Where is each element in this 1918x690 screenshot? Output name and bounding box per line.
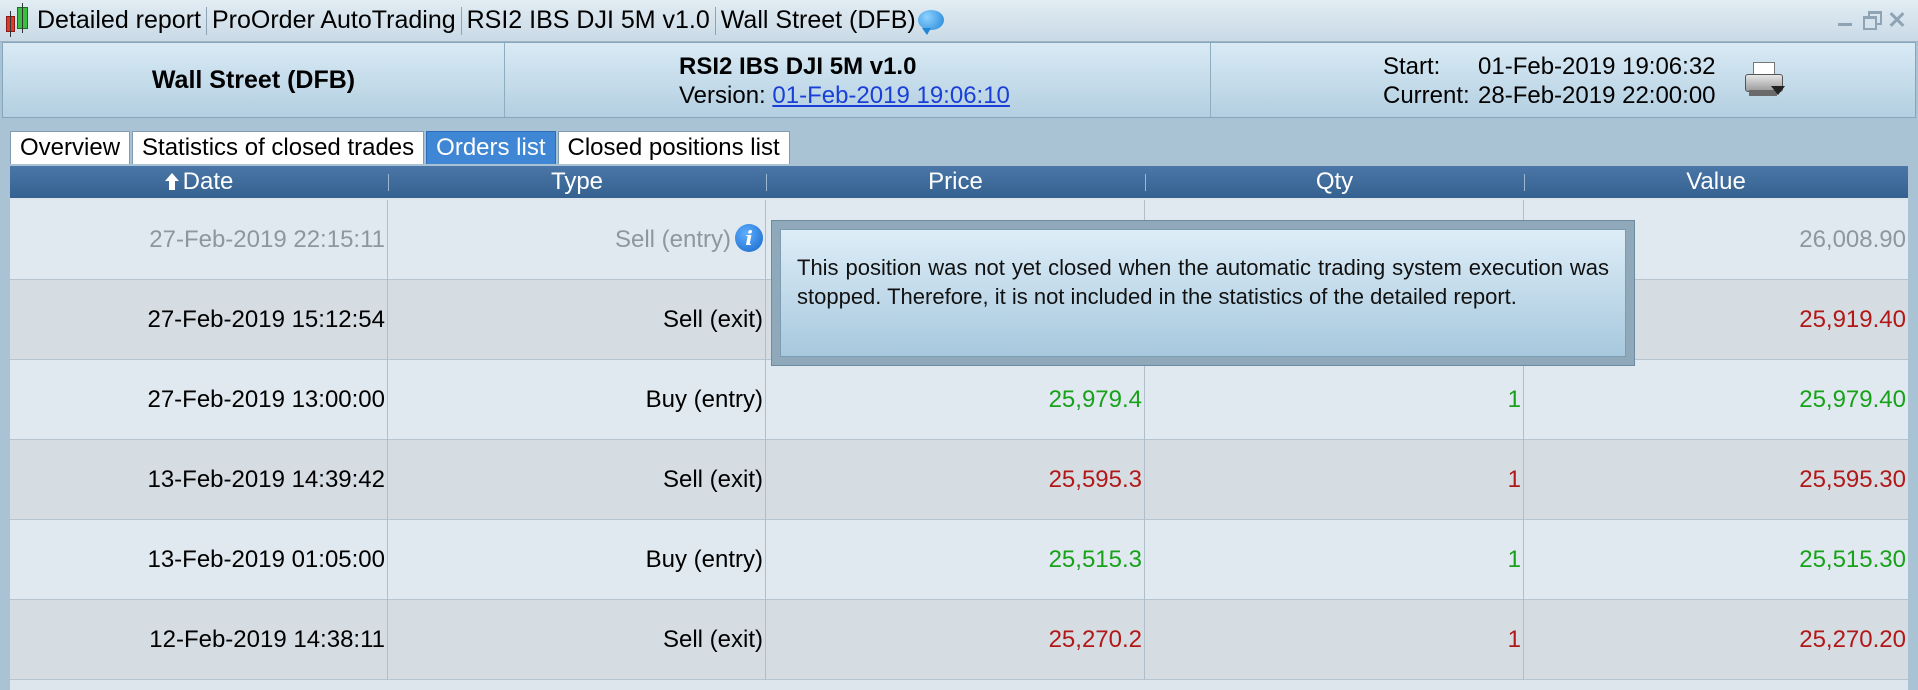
cell-type: Sell (exit)	[388, 280, 766, 360]
time-info: Start: 01-Feb-2019 19:06:32 Current: 28-…	[1211, 43, 1915, 117]
start-value: 01-Feb-2019 19:06:32	[1478, 53, 1716, 80]
table-row[interactable]: 12-Feb-2019 14:38:11 Sell (exit) 25,270.…	[10, 600, 1908, 680]
title-system: RSI2 IBS DJI 5M v1.0	[466, 6, 710, 34]
print-icon[interactable]	[1745, 62, 1785, 98]
current-label: Current:	[1383, 82, 1470, 109]
cell-type: Sell (exit)	[388, 600, 766, 680]
title-market: Wall Street (DFB)	[720, 6, 916, 34]
window-controls	[1836, 10, 1906, 30]
cell-qty: 1	[1145, 520, 1524, 600]
tab-statistics[interactable]: Statistics of closed trades	[132, 131, 425, 164]
tab-closed-positions[interactable]: Closed positions list	[557, 131, 790, 164]
cell-qty: 1	[1145, 600, 1524, 680]
current-value: 28-Feb-2019 22:00:00	[1478, 82, 1716, 109]
cell-price: 25,270.2	[766, 600, 1145, 680]
report-header: Wall Street (DFB) RSI2 IBS DJI 5M v1.0 V…	[2, 42, 1916, 118]
cell-price: 25,515.3	[766, 520, 1145, 600]
minimize-icon[interactable]	[1836, 10, 1854, 28]
market-name: Wall Street (DFB)	[3, 43, 505, 117]
cell-date: 12-Feb-2019 14:38:11	[10, 600, 388, 680]
report-tabs: Overview Statistics of closed trades Ord…	[10, 131, 790, 164]
tab-orders-list[interactable]: Orders list	[426, 131, 556, 164]
tab-overview[interactable]: Overview	[10, 131, 131, 164]
info-icon[interactable]: i	[735, 223, 763, 252]
tooltip-text: This position was not yet closed when th…	[780, 229, 1626, 357]
cell-value: 25,595.30	[1799, 466, 1906, 493]
title-report: Detailed report	[37, 6, 201, 34]
system-name: RSI2 IBS DJI 5M v1.0	[679, 53, 917, 80]
table-row[interactable]: 13-Feb-2019 14:39:42 Sell (exit) 25,595.…	[10, 440, 1908, 520]
version-row: Version: 01-Feb-2019 19:06:10	[679, 81, 1210, 110]
cell-value: 25,270.20	[1799, 626, 1906, 653]
cell-price: 25,595.3	[766, 440, 1145, 520]
cell-price: 25,979.4	[766, 360, 1145, 440]
cell-qty: 1	[1145, 440, 1524, 520]
table-row[interactable]: 27-Feb-2019 13:00:00 Buy (entry) 25,979.…	[10, 360, 1908, 440]
table-row[interactable]: 13-Feb-2019 01:05:00 Buy (entry) 25,515.…	[10, 520, 1908, 600]
cell-value: 25,515.30	[1799, 546, 1906, 573]
column-header-qty[interactable]: Qty	[1145, 166, 1524, 198]
current-row: Current: 28-Feb-2019 22:00:00	[1383, 81, 1915, 110]
cell-date: 13-Feb-2019 01:05:00	[10, 520, 388, 600]
cell-value: 25,979.40	[1799, 386, 1906, 413]
version-link[interactable]: 01-Feb-2019 19:06:10	[772, 82, 1010, 109]
column-header-date[interactable]: Date	[10, 166, 388, 198]
cell-type: Sell (entry) i	[388, 200, 766, 280]
column-header-value[interactable]: Value	[1524, 166, 1908, 198]
column-header-price[interactable]: Price	[766, 166, 1145, 198]
info-tooltip: This position was not yet closed when th…	[771, 220, 1635, 366]
sort-up-icon	[164, 173, 179, 191]
title-bar: Detailed report ProOrder AutoTrading RSI…	[0, 0, 1918, 42]
title-module: ProOrder AutoTrading	[211, 6, 456, 34]
cell-date: 27-Feb-2019 13:00:00	[10, 360, 388, 440]
cell-date: 27-Feb-2019 15:12:54	[10, 280, 388, 360]
cell-type: Buy (entry)	[388, 520, 766, 600]
start-row: Start: 01-Feb-2019 19:06:32	[1383, 52, 1915, 81]
cell-qty: 1	[1145, 360, 1524, 440]
chat-bubble-icon[interactable]	[917, 9, 944, 35]
restore-icon[interactable]	[1862, 10, 1882, 30]
version-label: Version:	[679, 82, 766, 109]
candlestick-chart-icon	[4, 0, 32, 41]
cell-date: 13-Feb-2019 14:39:42	[10, 440, 388, 520]
column-header-type[interactable]: Type	[388, 166, 766, 198]
cell-date: 27-Feb-2019 22:15:11	[10, 200, 388, 280]
cell-type: Buy (entry)	[388, 360, 766, 440]
table-header: Date Type Price Qty Value	[10, 166, 1908, 198]
start-label: Start:	[1383, 53, 1441, 80]
close-icon[interactable]	[1888, 10, 1906, 28]
system-info: RSI2 IBS DJI 5M v1.0 Version: 01-Feb-201…	[505, 43, 1211, 117]
cell-type: Sell (exit)	[388, 440, 766, 520]
